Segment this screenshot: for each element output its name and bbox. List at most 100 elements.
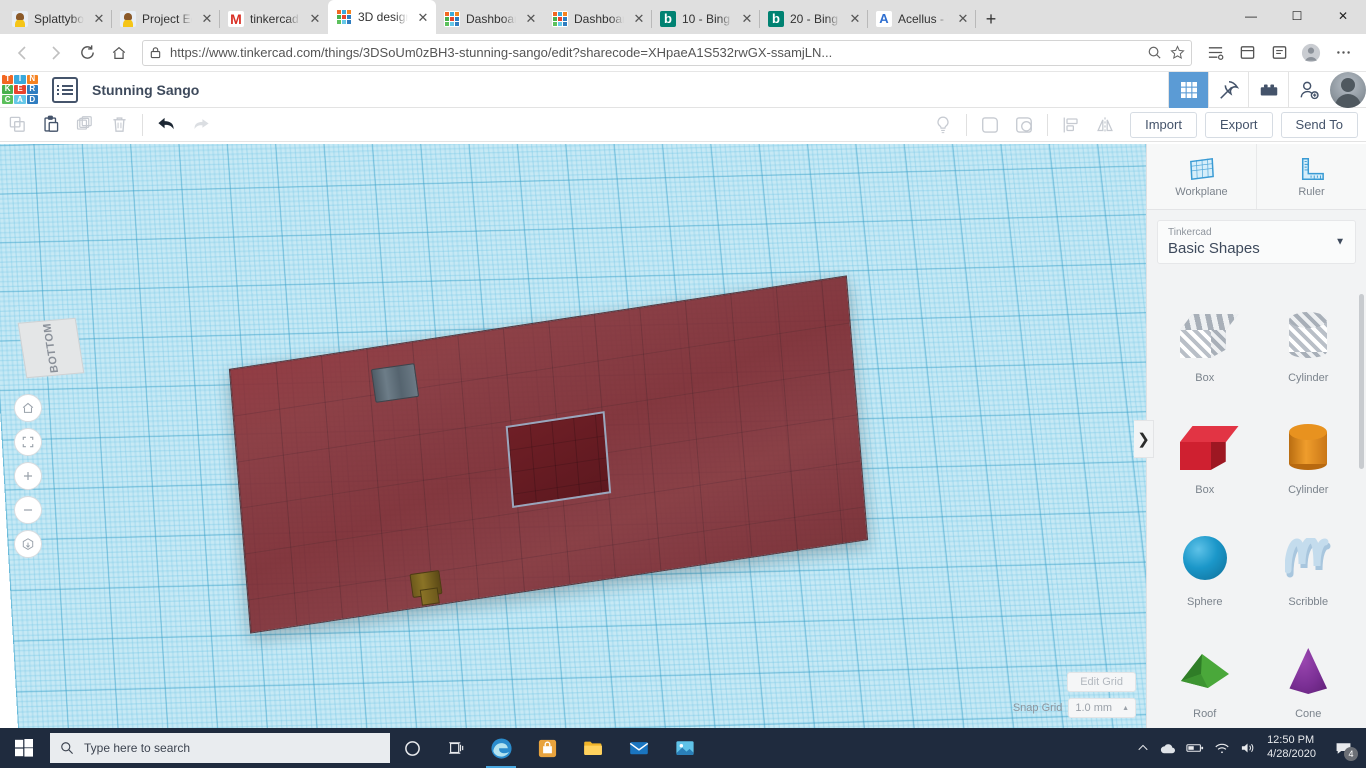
- shape-item-box-hole[interactable]: Box: [1153, 296, 1257, 408]
- shape-item-roof[interactable]: Roof: [1153, 632, 1257, 728]
- browser-tab[interactable]: Project Edit ✕: [112, 3, 220, 34]
- shape-item-scribble[interactable]: Scribble: [1257, 520, 1361, 632]
- home-view-button[interactable]: [14, 394, 42, 422]
- reload-icon[interactable]: [72, 38, 102, 68]
- shape-item-cylinder[interactable]: Cylinder: [1257, 408, 1361, 520]
- profile-icon[interactable]: [1296, 38, 1326, 68]
- close-icon[interactable]: ✕: [198, 10, 216, 28]
- favorites-icon[interactable]: [1200, 38, 1230, 68]
- forward-arrow-icon[interactable]: [40, 38, 70, 68]
- pickaxe-icon[interactable]: [1208, 72, 1248, 108]
- list-menu-icon[interactable]: [52, 76, 78, 103]
- model-slab-inset[interactable]: [505, 411, 612, 509]
- logo-tile: I: [14, 74, 26, 84]
- view-cube[interactable]: BOTTOM: [17, 317, 85, 379]
- action-center-icon[interactable]: 4: [1326, 728, 1360, 768]
- brick-icon[interactable]: [1248, 72, 1288, 108]
- edge-icon[interactable]: [478, 728, 524, 768]
- ruler-tool[interactable]: Ruler: [1256, 144, 1366, 209]
- lightbulb-icon[interactable]: [926, 110, 960, 140]
- star-icon[interactable]: [1170, 45, 1185, 60]
- logo-tile: N: [26, 74, 38, 84]
- browser-tab[interactable]: 10 - Bing ✕: [652, 3, 760, 34]
- close-icon[interactable]: ✕: [306, 10, 324, 28]
- back-arrow-icon[interactable]: [8, 38, 38, 68]
- onedrive-icon[interactable]: [1159, 741, 1176, 755]
- close-window-button[interactable]: ✕: [1320, 0, 1366, 32]
- windows-start-icon[interactable]: [0, 728, 48, 768]
- zoom-in-button[interactable]: [14, 462, 42, 490]
- align-icon[interactable]: [1054, 110, 1088, 140]
- browser-tab[interactable]: tinkercad lin ✕: [220, 3, 328, 34]
- close-icon[interactable]: ✕: [954, 10, 972, 28]
- redo-button[interactable]: [183, 110, 217, 140]
- group-icon[interactable]: [973, 110, 1007, 140]
- 3d-workspace-canvas[interactable]: BOTTOM Edit Grid Snap Grid 1.0 mm ▲: [0, 144, 1146, 728]
- minimize-button[interactable]: —: [1228, 0, 1274, 32]
- send-to-button[interactable]: Send To: [1280, 111, 1358, 138]
- browser-tab[interactable]: Dashboard ✕: [544, 3, 652, 34]
- designs-grid-button[interactable]: [1168, 72, 1208, 108]
- browser-tab-active[interactable]: 3D design S ✕: [328, 0, 436, 34]
- close-icon[interactable]: ✕: [630, 10, 648, 28]
- model-gold-cylinder[interactable]: [409, 570, 443, 598]
- close-icon[interactable]: ✕: [738, 10, 756, 28]
- mirror-icon[interactable]: [1088, 110, 1122, 140]
- close-icon[interactable]: ✕: [522, 10, 540, 28]
- snap-grid-select[interactable]: 1.0 mm ▲: [1068, 698, 1136, 718]
- undo-button[interactable]: [149, 110, 183, 140]
- zoom-out-button[interactable]: [14, 496, 42, 524]
- shape-library-select[interactable]: Tinkercad Basic Shapes ▼: [1157, 220, 1356, 264]
- wifi-icon[interactable]: [1214, 742, 1230, 755]
- close-icon[interactable]: ✕: [846, 10, 864, 28]
- maximize-button[interactable]: ☐: [1274, 0, 1320, 32]
- tinkercad-logo-icon[interactable]: T I N K E R C A D: [2, 74, 38, 105]
- address-bar[interactable]: https://www.tinkercad.com/things/3DSoUm0…: [142, 39, 1192, 66]
- photos-icon[interactable]: [662, 728, 708, 768]
- show-hidden-icons-icon[interactable]: [1137, 742, 1149, 754]
- panel-scrollbar[interactable]: [1359, 294, 1364, 469]
- zoom-out-icon[interactable]: [1147, 45, 1162, 60]
- duplicate-button[interactable]: [68, 110, 102, 140]
- home-icon[interactable]: [104, 38, 134, 68]
- ellipsis-icon[interactable]: [1328, 38, 1358, 68]
- model-gray-cylinder[interactable]: [370, 363, 420, 403]
- copy-button[interactable]: [0, 110, 34, 140]
- new-tab-button[interactable]: +: [976, 4, 1006, 34]
- edit-grid-button[interactable]: Edit Grid: [1067, 672, 1136, 692]
- trash-icon[interactable]: [102, 110, 136, 140]
- add-person-icon[interactable]: [1288, 72, 1328, 108]
- import-button[interactable]: Import: [1130, 111, 1197, 138]
- paste-button[interactable]: [34, 110, 68, 140]
- battery-icon[interactable]: [1186, 742, 1204, 754]
- panel-collapse-toggle[interactable]: ❯: [1134, 420, 1154, 458]
- collections-icon[interactable]: [1232, 38, 1262, 68]
- ungroup-icon[interactable]: [1007, 110, 1041, 140]
- clock[interactable]: 12:50 PM 4/28/2020: [1267, 734, 1316, 762]
- browser-tab[interactable]: Splattyboy' ✕: [4, 3, 112, 34]
- shape-item-box[interactable]: Box: [1153, 408, 1257, 520]
- export-button[interactable]: Export: [1204, 111, 1273, 138]
- notes-icon[interactable]: [1264, 38, 1294, 68]
- mail-icon[interactable]: [616, 728, 662, 768]
- shape-item-cylinder-hole[interactable]: Cylinder: [1257, 296, 1361, 408]
- close-icon[interactable]: ✕: [414, 8, 432, 26]
- shape-item-cone[interactable]: Cone: [1257, 632, 1361, 728]
- chevron-up-icon: ▲: [1122, 704, 1129, 712]
- avatar[interactable]: [1330, 72, 1366, 108]
- store-icon[interactable]: [524, 728, 570, 768]
- volume-icon[interactable]: [1240, 741, 1257, 755]
- search-input[interactable]: Type here to search: [50, 733, 390, 763]
- workplane-tool[interactable]: Workplane: [1147, 144, 1256, 209]
- fit-to-view-button[interactable]: [14, 428, 42, 456]
- cortana-circle-icon[interactable]: [390, 728, 434, 768]
- tab-label: Acellus - Th: [898, 11, 948, 26]
- file-explorer-icon[interactable]: [570, 728, 616, 768]
- close-icon[interactable]: ✕: [90, 10, 108, 28]
- perspective-toggle-button[interactable]: [14, 530, 42, 558]
- browser-tab[interactable]: Dashboard ✕: [436, 3, 544, 34]
- browser-tab[interactable]: 20 - Bing ✕: [760, 3, 868, 34]
- browser-tab[interactable]: Acellus - Th ✕: [868, 3, 976, 34]
- shape-item-sphere[interactable]: Sphere: [1153, 520, 1257, 632]
- task-view-icon[interactable]: [434, 728, 478, 768]
